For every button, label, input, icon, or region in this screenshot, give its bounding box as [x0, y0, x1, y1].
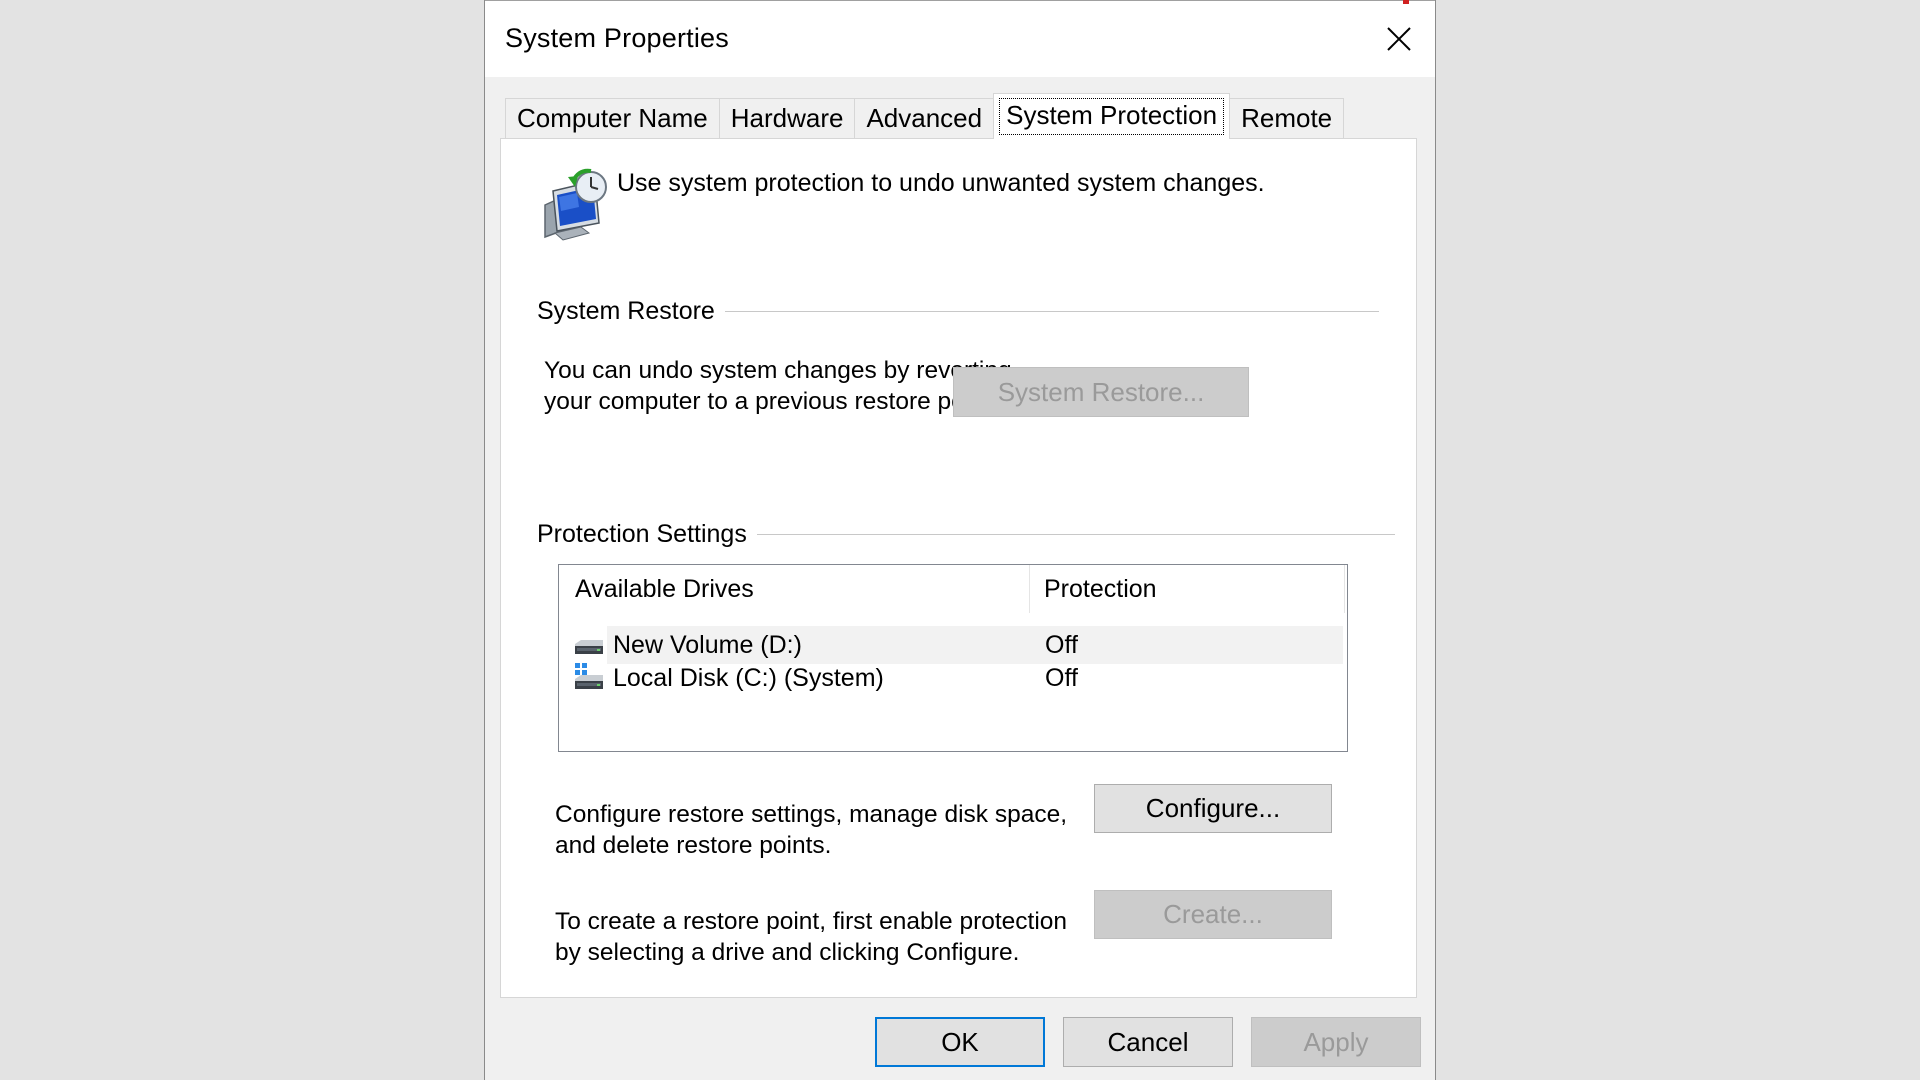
list-header: Available Drives Protection [559, 565, 1345, 613]
configure-description-line: Configure restore settings, manage disk … [555, 801, 1068, 828]
drive-row-local-disk-c[interactable]: Local Disk (C:) (System) Off [559, 659, 1345, 697]
available-drives-list[interactable]: Available Drives Protection New Volume (… [558, 564, 1348, 752]
system-restore-description-line: your computer to a previous restore poin… [544, 388, 998, 415]
tab-strip: Computer Name Hardware Advanced System P… [505, 93, 1345, 139]
configure-description: Configure restore settings, manage disk … [555, 799, 1067, 861]
apply-button-label: Apply [1303, 1026, 1369, 1057]
configure-description-line: and delete restore points. [555, 832, 832, 859]
ok-button-label: OK [941, 1026, 979, 1057]
window-title: System Properties [505, 23, 729, 53]
create-description: To create a restore point, first enable … [555, 906, 1067, 968]
tab-computer-name[interactable]: Computer Name [505, 98, 720, 138]
drive-protection-status: Off [1045, 663, 1078, 692]
system-restore-description-line: You can undo system changes by reverting [544, 357, 1012, 384]
drive-icon [575, 640, 603, 654]
column-header-available-drives[interactable]: Available Drives [559, 565, 1030, 613]
column-header-protection[interactable]: Protection [1030, 565, 1345, 613]
title-bar[interactable]: System Properties [485, 0, 1435, 77]
tab-label: Hardware [730, 103, 844, 133]
tab-system-protection[interactable]: System Protection [993, 93, 1231, 139]
tab-label: System Protection [999, 98, 1225, 135]
drive-name: Local Disk (C:) (System) [613, 663, 884, 692]
create-description-line: To create a restore point, first enable … [555, 908, 1068, 935]
intro-text: Use system protection to undo unwanted s… [617, 169, 1265, 197]
column-header-label: Protection [1044, 574, 1157, 603]
system-restore-description: You can undo system changes by reverting… [544, 355, 1012, 417]
system-protection-panel: Use system protection to undo unwanted s… [500, 138, 1417, 998]
configure-button[interactable]: Configure... [1094, 784, 1332, 833]
drive-protection-status: Off [1045, 630, 1078, 659]
column-header-label: Available Drives [575, 574, 754, 603]
close-icon [1387, 27, 1411, 51]
system-restore-group-label: System Restore [537, 297, 725, 326]
close-button[interactable] [1363, 1, 1435, 77]
cancel-button-label: Cancel [1107, 1026, 1189, 1057]
tab-label: Remote [1241, 103, 1333, 133]
create-button[interactable]: Create... [1094, 890, 1332, 939]
tab-advanced[interactable]: Advanced [854, 98, 995, 138]
tab-remote[interactable]: Remote [1229, 98, 1345, 138]
system-drive-icon [575, 663, 603, 689]
tab-label: Computer Name [517, 103, 708, 133]
tab-hardware[interactable]: Hardware [718, 98, 856, 138]
system-properties-dialog: System Properties Computer Name Hardware… [484, 0, 1436, 1080]
drive-name: New Volume (D:) [613, 630, 802, 659]
system-restore-button[interactable]: System Restore... [953, 367, 1249, 417]
apply-button[interactable]: Apply [1251, 1017, 1421, 1067]
ok-button[interactable]: OK [875, 1017, 1045, 1067]
system-protection-icon [544, 168, 607, 241]
system-restore-button-label: System Restore... [997, 376, 1205, 407]
cancel-button[interactable]: Cancel [1063, 1017, 1233, 1067]
configure-button-label: Configure... [1145, 793, 1281, 823]
protection-settings-group-label: Protection Settings [537, 520, 757, 549]
create-button-label: Create... [1163, 899, 1263, 929]
create-description-line: by selecting a drive and clicking Config… [555, 939, 1020, 966]
tab-label: Advanced [866, 103, 983, 133]
